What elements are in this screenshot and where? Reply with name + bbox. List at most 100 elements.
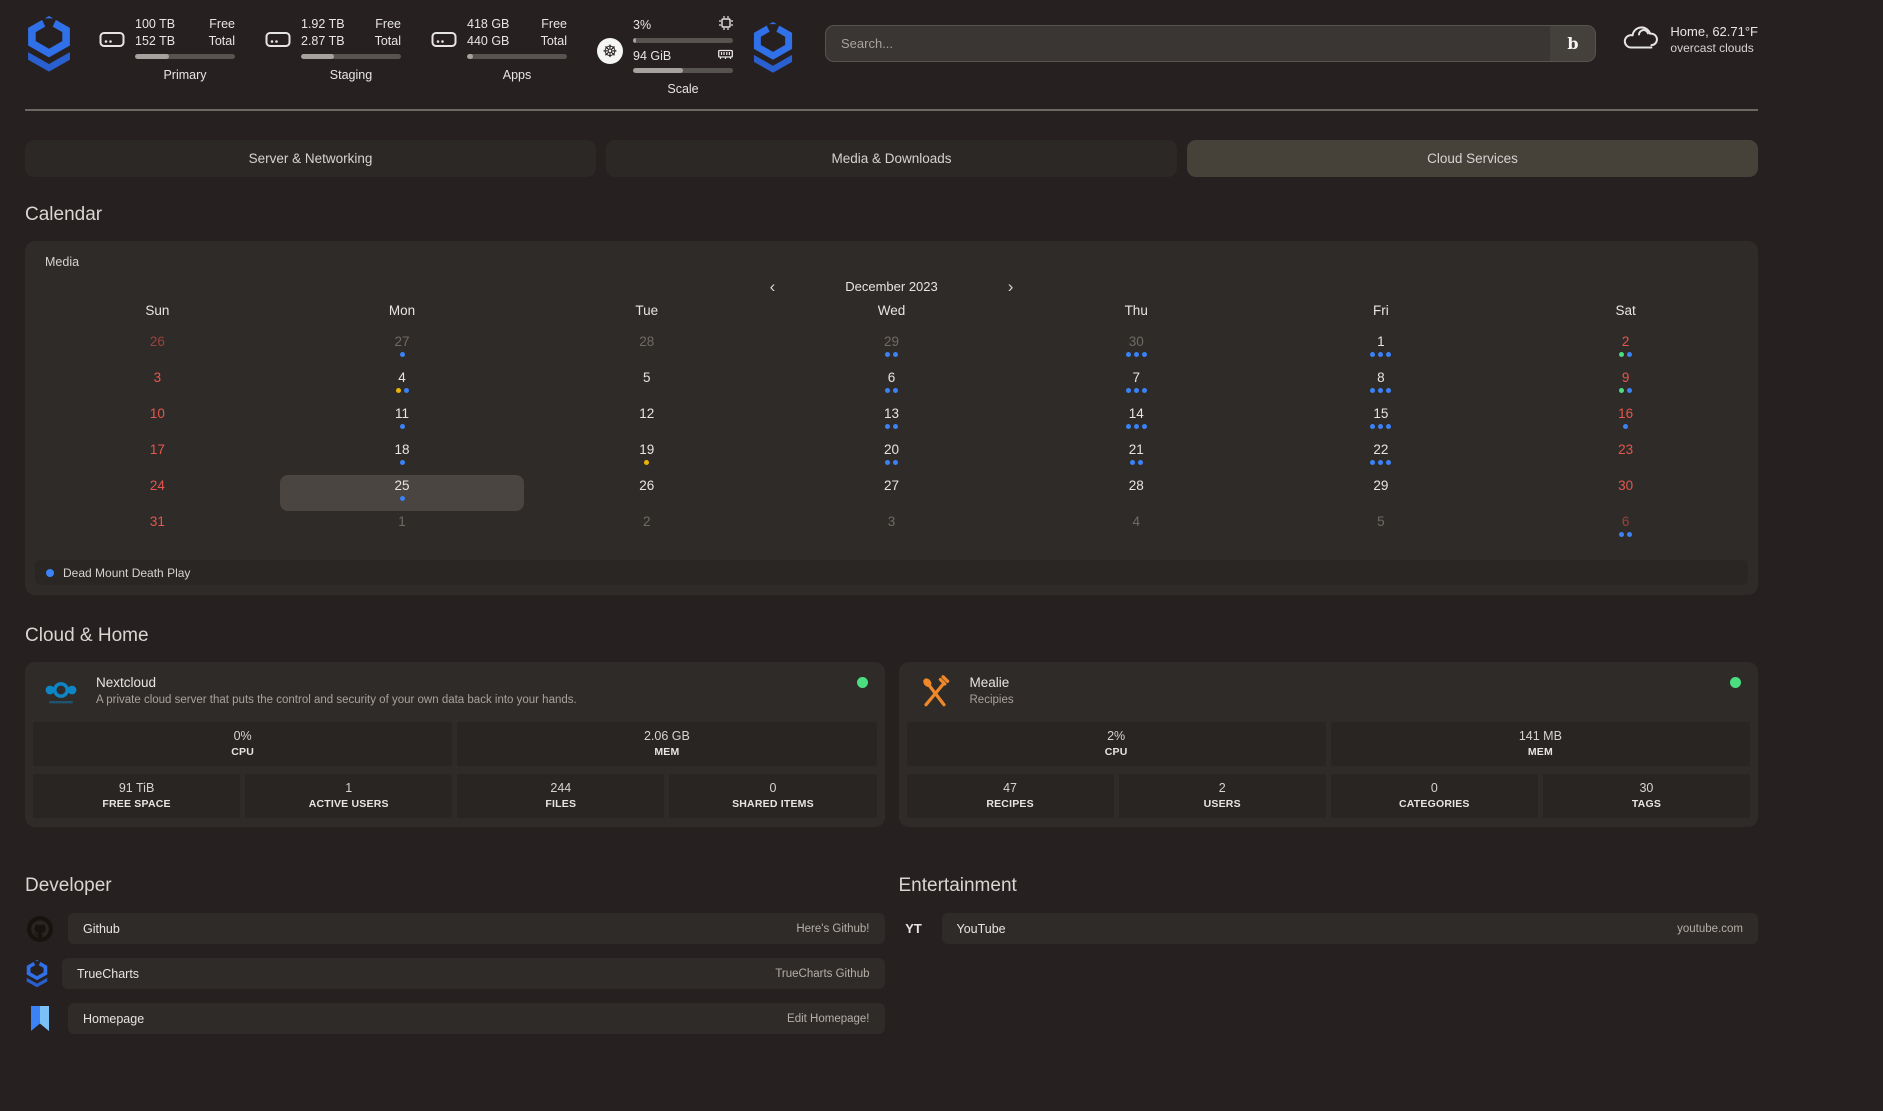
calendar-day-number: 29 [1373,477,1388,494]
event-dot-icon [396,388,401,393]
calendar-day[interactable]: 23 [1503,439,1748,475]
memory-icon [718,48,733,64]
bing-search-button[interactable]: b [1550,26,1595,61]
calendar-day[interactable]: 14 [1014,403,1259,439]
calendar-day-dots [1619,352,1632,357]
bookmark-link-truecharts[interactable]: TrueCharts TrueCharts Github [62,958,885,989]
calendar-day[interactable]: 28 [524,331,769,367]
youtube-abbr-icon: YT [899,921,929,936]
calendar-day[interactable]: 4 [1014,511,1259,547]
event-dot-icon [644,460,649,465]
event-dot-icon [400,460,405,465]
calendar-day[interactable]: 21 [1014,439,1259,475]
tab-cloud-services[interactable]: Cloud Services [1187,140,1758,177]
calendar-day[interactable]: 29 [769,331,1014,367]
event-dot-icon [46,569,54,577]
calendar-day-dots [885,352,898,357]
service-link-nextcloud[interactable]: Nextcloud A private cloud server that pu… [25,662,885,722]
calendar-day[interactable]: 6 [1503,511,1748,547]
calendar-day[interactable]: 9 [1503,367,1748,403]
calendar-day[interactable]: 6 [769,367,1014,403]
calendar-day-dots [885,424,898,429]
calendar-day[interactable]: 16 [1503,403,1748,439]
resource-total-value: 152 TB [135,33,175,50]
resource-total-caption: Total [541,33,567,50]
calendar-event-item[interactable]: Dead Mount Death Play [35,560,1748,585]
bookmark-link-youtube[interactable]: YouTube youtube.com [942,913,1759,944]
calendar-day-dots [400,424,405,429]
calendar-day-dots [1126,352,1147,357]
calendar-day[interactable]: 12 [524,403,769,439]
calendar-day[interactable]: 28 [1014,475,1259,511]
calendar-day-number: 8 [1377,369,1385,386]
stat-mem: 141 MBMEM [1331,722,1750,766]
search-bar: b [825,25,1596,62]
resource-total-value: 440 GB [467,33,509,50]
entertainment-section-title: Entertainment [899,875,1759,897]
resource-total-value: 2.87 TB [301,33,345,50]
search-input[interactable] [826,26,1550,61]
event-dot-icon [1126,388,1131,393]
calendar-day-number: 23 [1618,441,1633,458]
calendar-day[interactable]: 18 [280,439,525,475]
service-link-mealie[interactable]: Mealie Recipies [899,662,1759,722]
calendar-day[interactable]: 13 [769,403,1014,439]
calendar-day-today[interactable]: 25 [280,475,525,511]
bookmark-row-truecharts: TrueCharts TrueCharts Github [25,958,885,989]
event-dot-icon [1386,352,1391,357]
tab-server-networking[interactable]: Server & Networking [25,140,596,177]
calendar-day[interactable]: 31 [35,511,280,547]
calendar-day[interactable]: 2 [524,511,769,547]
calendar-day[interactable]: 5 [1259,511,1504,547]
calendar-day[interactable]: 8 [1259,367,1504,403]
calendar-day[interactable]: 7 [1014,367,1259,403]
bookmark-link-homepage[interactable]: Homepage Edit Homepage! [68,1003,885,1034]
entertainment-section: Entertainment YT YouTube youtube.com [899,875,1759,1048]
calendar-prev-button[interactable]: ‹ [766,278,780,295]
event-dot-icon [893,352,898,357]
calendar-day-number: 30 [1129,333,1144,350]
truecharts-icon [25,960,49,988]
calendar-day[interactable]: 3 [35,367,280,403]
calendar-day-dots [1130,460,1143,465]
calendar-day[interactable]: 24 [35,475,280,511]
tab-media-downloads[interactable]: Media & Downloads [606,140,1177,177]
layout-tabs: Server & Networking Media & Downloads Cl… [25,140,1758,177]
resource-usage-fill [467,54,473,59]
calendar-day[interactable]: 30 [1014,331,1259,367]
calendar-day[interactable]: 26 [524,475,769,511]
bookmark-link-github[interactable]: Github Here's Github! [68,913,885,944]
header-divider [25,109,1758,111]
calendar-day[interactable]: 15 [1259,403,1504,439]
calendar-day[interactable]: 30 [1503,475,1748,511]
calendar-day[interactable]: 19 [524,439,769,475]
calendar-day[interactable]: 27 [769,475,1014,511]
stat-mem: 2.06 GBMEM [457,722,876,766]
calendar-day[interactable]: 26 [35,331,280,367]
event-dot-icon [1619,388,1624,393]
calendar-day[interactable]: 17 [35,439,280,475]
calendar-day[interactable]: 3 [769,511,1014,547]
calendar-day[interactable]: 22 [1259,439,1504,475]
calendar-day-header: Thu [1014,303,1259,331]
calendar-day[interactable]: 5 [524,367,769,403]
stat-tags: 30TAGS [1543,774,1750,818]
event-dot-icon [1126,352,1131,357]
service-stats-row: 2%CPU 141 MBMEM [907,722,1751,766]
calendar-day[interactable]: 10 [35,403,280,439]
calendar-next-button[interactable]: › [1004,278,1018,295]
calendar-day[interactable]: 29 [1259,475,1504,511]
event-dot-icon [1627,352,1632,357]
event-dot-icon [1134,352,1139,357]
disk-icon [99,29,125,82]
calendar-day[interactable]: 20 [769,439,1014,475]
calendar-day[interactable]: 11 [280,403,525,439]
stat-files: 244FILES [457,774,664,818]
calendar-day-dots [1126,388,1147,393]
calendar-day[interactable]: 1 [1259,331,1504,367]
calendar-day[interactable]: 2 [1503,331,1748,367]
calendar-day[interactable]: 1 [280,511,525,547]
calendar-day-number: 15 [1373,405,1388,422]
calendar-day[interactable]: 4 [280,367,525,403]
calendar-day[interactable]: 27 [280,331,525,367]
